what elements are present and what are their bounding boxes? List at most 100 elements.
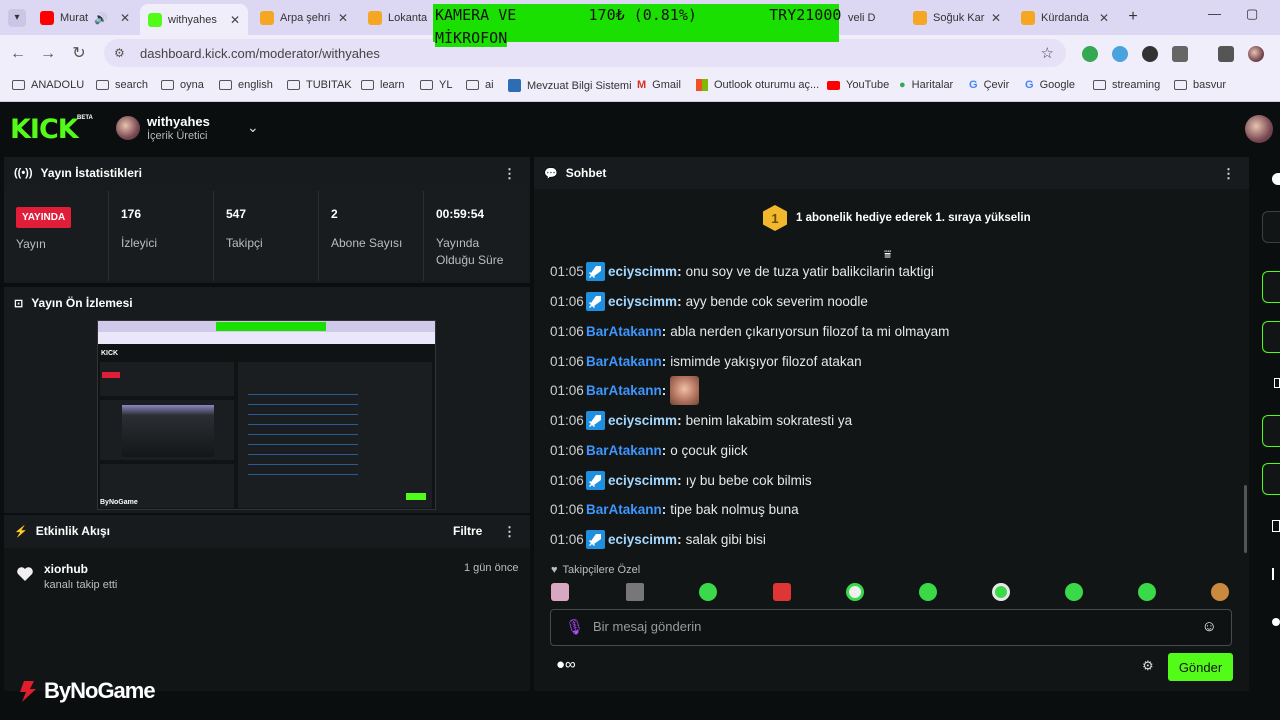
extension-icon[interactable] bbox=[1112, 46, 1128, 62]
bookmark-item[interactable]: ANADOLU bbox=[12, 79, 84, 91]
bookmark-item[interactable]: TUBITAK bbox=[287, 79, 352, 91]
stream-preview-video[interactable]: KICK ByNoGame bbox=[97, 320, 436, 510]
message-username[interactable]: eciyscimm bbox=[608, 413, 677, 428]
bookmark-item[interactable]: Outlook oturumu aç... bbox=[696, 79, 819, 91]
bookmark-item[interactable]: ● Haritalar bbox=[899, 79, 953, 91]
bookmark-item[interactable]: search bbox=[96, 79, 148, 91]
emote-icon[interactable] bbox=[551, 583, 569, 601]
close-tab-icon[interactable]: ✕ bbox=[230, 13, 240, 27]
rail-chat-button[interactable] bbox=[1262, 415, 1280, 447]
filter-button[interactable]: Filtre bbox=[453, 524, 482, 538]
moderator-sword-icon[interactable] bbox=[586, 291, 605, 311]
kick-logo[interactable]: KICK bbox=[10, 114, 79, 145]
extensions-puzzle-icon[interactable] bbox=[1172, 46, 1188, 62]
browser-tab[interactable]: Soğuk Kar ✕ bbox=[905, 5, 1009, 31]
emote-icon[interactable] bbox=[992, 583, 1010, 601]
browser-tab[interactable]: Murat 🔊 ✕ bbox=[32, 5, 138, 31]
rail-icon[interactable] bbox=[1272, 520, 1280, 532]
microphone-icon[interactable]: 🎙 bbox=[565, 618, 584, 636]
bookmark-item[interactable]: oyna bbox=[161, 79, 204, 91]
close-tab-icon[interactable]: ✕ bbox=[991, 11, 1001, 25]
speaker-icon[interactable]: 🔊 bbox=[94, 12, 108, 25]
rail-icon[interactable] bbox=[1272, 618, 1280, 626]
more-options-icon[interactable]: ⋮ bbox=[1222, 166, 1235, 182]
chat-settings-extra-icon[interactable]: ●∞ bbox=[556, 656, 576, 673]
message-username[interactable]: eciyscimm bbox=[608, 264, 677, 279]
emote-icon[interactable] bbox=[919, 583, 937, 601]
bookmark-item[interactable]: YouTube bbox=[827, 79, 889, 91]
info-icon[interactable] bbox=[1272, 173, 1280, 185]
chat-scrollbar[interactable] bbox=[1244, 485, 1247, 553]
bookmark-item[interactable]: streaming bbox=[1093, 79, 1160, 91]
reload-icon[interactable]: ↻ bbox=[69, 44, 89, 64]
chevron-down-icon[interactable]: ⌄ bbox=[247, 119, 259, 136]
media-controls-icon[interactable] bbox=[1218, 46, 1234, 62]
message-username[interactable]: BarAtakann bbox=[586, 502, 662, 517]
close-tab-icon[interactable]: ✕ bbox=[1099, 11, 1109, 25]
chat-input-box[interactable]: 🎙 ☺ bbox=[550, 609, 1232, 646]
wrench-icon[interactable] bbox=[1272, 568, 1280, 580]
chat-emote-image[interactable] bbox=[670, 375, 700, 405]
emote-icon[interactable] bbox=[626, 583, 644, 601]
message-username[interactable]: BarAtakann bbox=[586, 354, 662, 369]
pinned-gift-banner[interactable]: 1 1 abonelik hediye ederek 1. sıraya yük… bbox=[762, 204, 1031, 232]
user-avatar[interactable] bbox=[1245, 115, 1273, 143]
send-button[interactable]: Gönder bbox=[1168, 653, 1233, 681]
bookmark-item[interactable]: YL bbox=[420, 79, 452, 91]
gear-icon[interactable]: ⚙ bbox=[1142, 658, 1154, 674]
tab-search-button[interactable]: ▾ bbox=[8, 9, 26, 27]
emote-icon[interactable] bbox=[699, 583, 717, 601]
more-options-icon[interactable]: ⋮ bbox=[503, 524, 516, 540]
bookmark-item[interactable]: Mevzuat Bilgi Sistemi bbox=[508, 79, 632, 92]
chat-message-input[interactable] bbox=[593, 619, 1153, 634]
bookmark-item[interactable]: basvur bbox=[1174, 79, 1226, 91]
site-info-icon[interactable]: ⚙ bbox=[114, 46, 128, 60]
rail-edit-button[interactable] bbox=[1262, 211, 1280, 243]
channel-avatar[interactable] bbox=[116, 116, 140, 140]
maximize-icon[interactable]: ▢ bbox=[1246, 6, 1258, 22]
bookmark-item[interactable]: G Çevir bbox=[969, 79, 1009, 91]
emote-icon[interactable] bbox=[773, 583, 791, 601]
new-tab-button[interactable]: + bbox=[1123, 8, 1143, 28]
bookmark-item[interactable]: G Google bbox=[1025, 79, 1075, 91]
more-options-icon[interactable]: ⋮ bbox=[503, 166, 516, 182]
moderator-sword-icon[interactable] bbox=[586, 410, 605, 430]
bookmark-item[interactable]: english bbox=[219, 79, 273, 91]
browser-tab[interactable]: veli D bbox=[840, 5, 902, 31]
browser-tab[interactable]: Lokanta bbox=[360, 5, 434, 31]
moderator-sword-icon[interactable] bbox=[586, 261, 605, 281]
bookmark-item[interactable]: learn bbox=[361, 79, 404, 91]
message-username[interactable]: BarAtakann bbox=[586, 324, 662, 339]
emote-icon[interactable] bbox=[1211, 583, 1229, 601]
moderator-sword-icon[interactable] bbox=[586, 529, 605, 549]
document-icon[interactable] bbox=[1274, 378, 1280, 388]
message-username[interactable]: BarAtakann bbox=[586, 383, 662, 398]
message-username[interactable]: BarAtakann bbox=[586, 443, 662, 458]
emote-icon[interactable] bbox=[1138, 583, 1156, 601]
extension-icon[interactable] bbox=[1142, 46, 1158, 62]
message-username[interactable]: eciyscimm bbox=[608, 294, 677, 309]
message-username[interactable]: eciyscimm bbox=[608, 473, 677, 488]
message-username[interactable]: eciyscimm bbox=[608, 532, 677, 547]
close-tab-icon[interactable]: ✕ bbox=[120, 11, 130, 25]
back-icon[interactable]: ← bbox=[8, 44, 28, 64]
bookmark-item[interactable]: ai bbox=[466, 79, 494, 91]
minimize-icon[interactable]: — bbox=[1208, 6, 1221, 21]
browser-tab-active[interactable]: withyahes ✕ bbox=[140, 4, 248, 35]
emote-icon[interactable] bbox=[846, 583, 864, 601]
rail-broadcast-button[interactable] bbox=[1262, 463, 1280, 495]
close-tab-icon[interactable]: ✕ bbox=[338, 11, 348, 25]
browser-tab[interactable]: Kürdanda ✕ bbox=[1013, 5, 1117, 31]
bookmark-star-icon[interactable]: ☆ bbox=[1041, 44, 1054, 62]
forward-icon[interactable]: → bbox=[38, 44, 58, 64]
bookmark-item[interactable]: M Gmail bbox=[637, 79, 681, 91]
profile-avatar[interactable] bbox=[1248, 46, 1264, 62]
browser-tab[interactable]: Arpa şehri ✕ bbox=[252, 5, 356, 31]
extension-shield-icon[interactable] bbox=[1082, 46, 1098, 62]
emote-icon[interactable] bbox=[1065, 583, 1083, 601]
emoji-picker-icon[interactable]: ☺ bbox=[1202, 618, 1217, 635]
moderator-sword-icon[interactable] bbox=[586, 470, 605, 490]
rail-button[interactable] bbox=[1262, 271, 1280, 303]
rail-button[interactable] bbox=[1262, 321, 1280, 353]
url-field[interactable]: ⚙ dashboard.kick.com/moderator/withyahes… bbox=[104, 39, 1066, 67]
